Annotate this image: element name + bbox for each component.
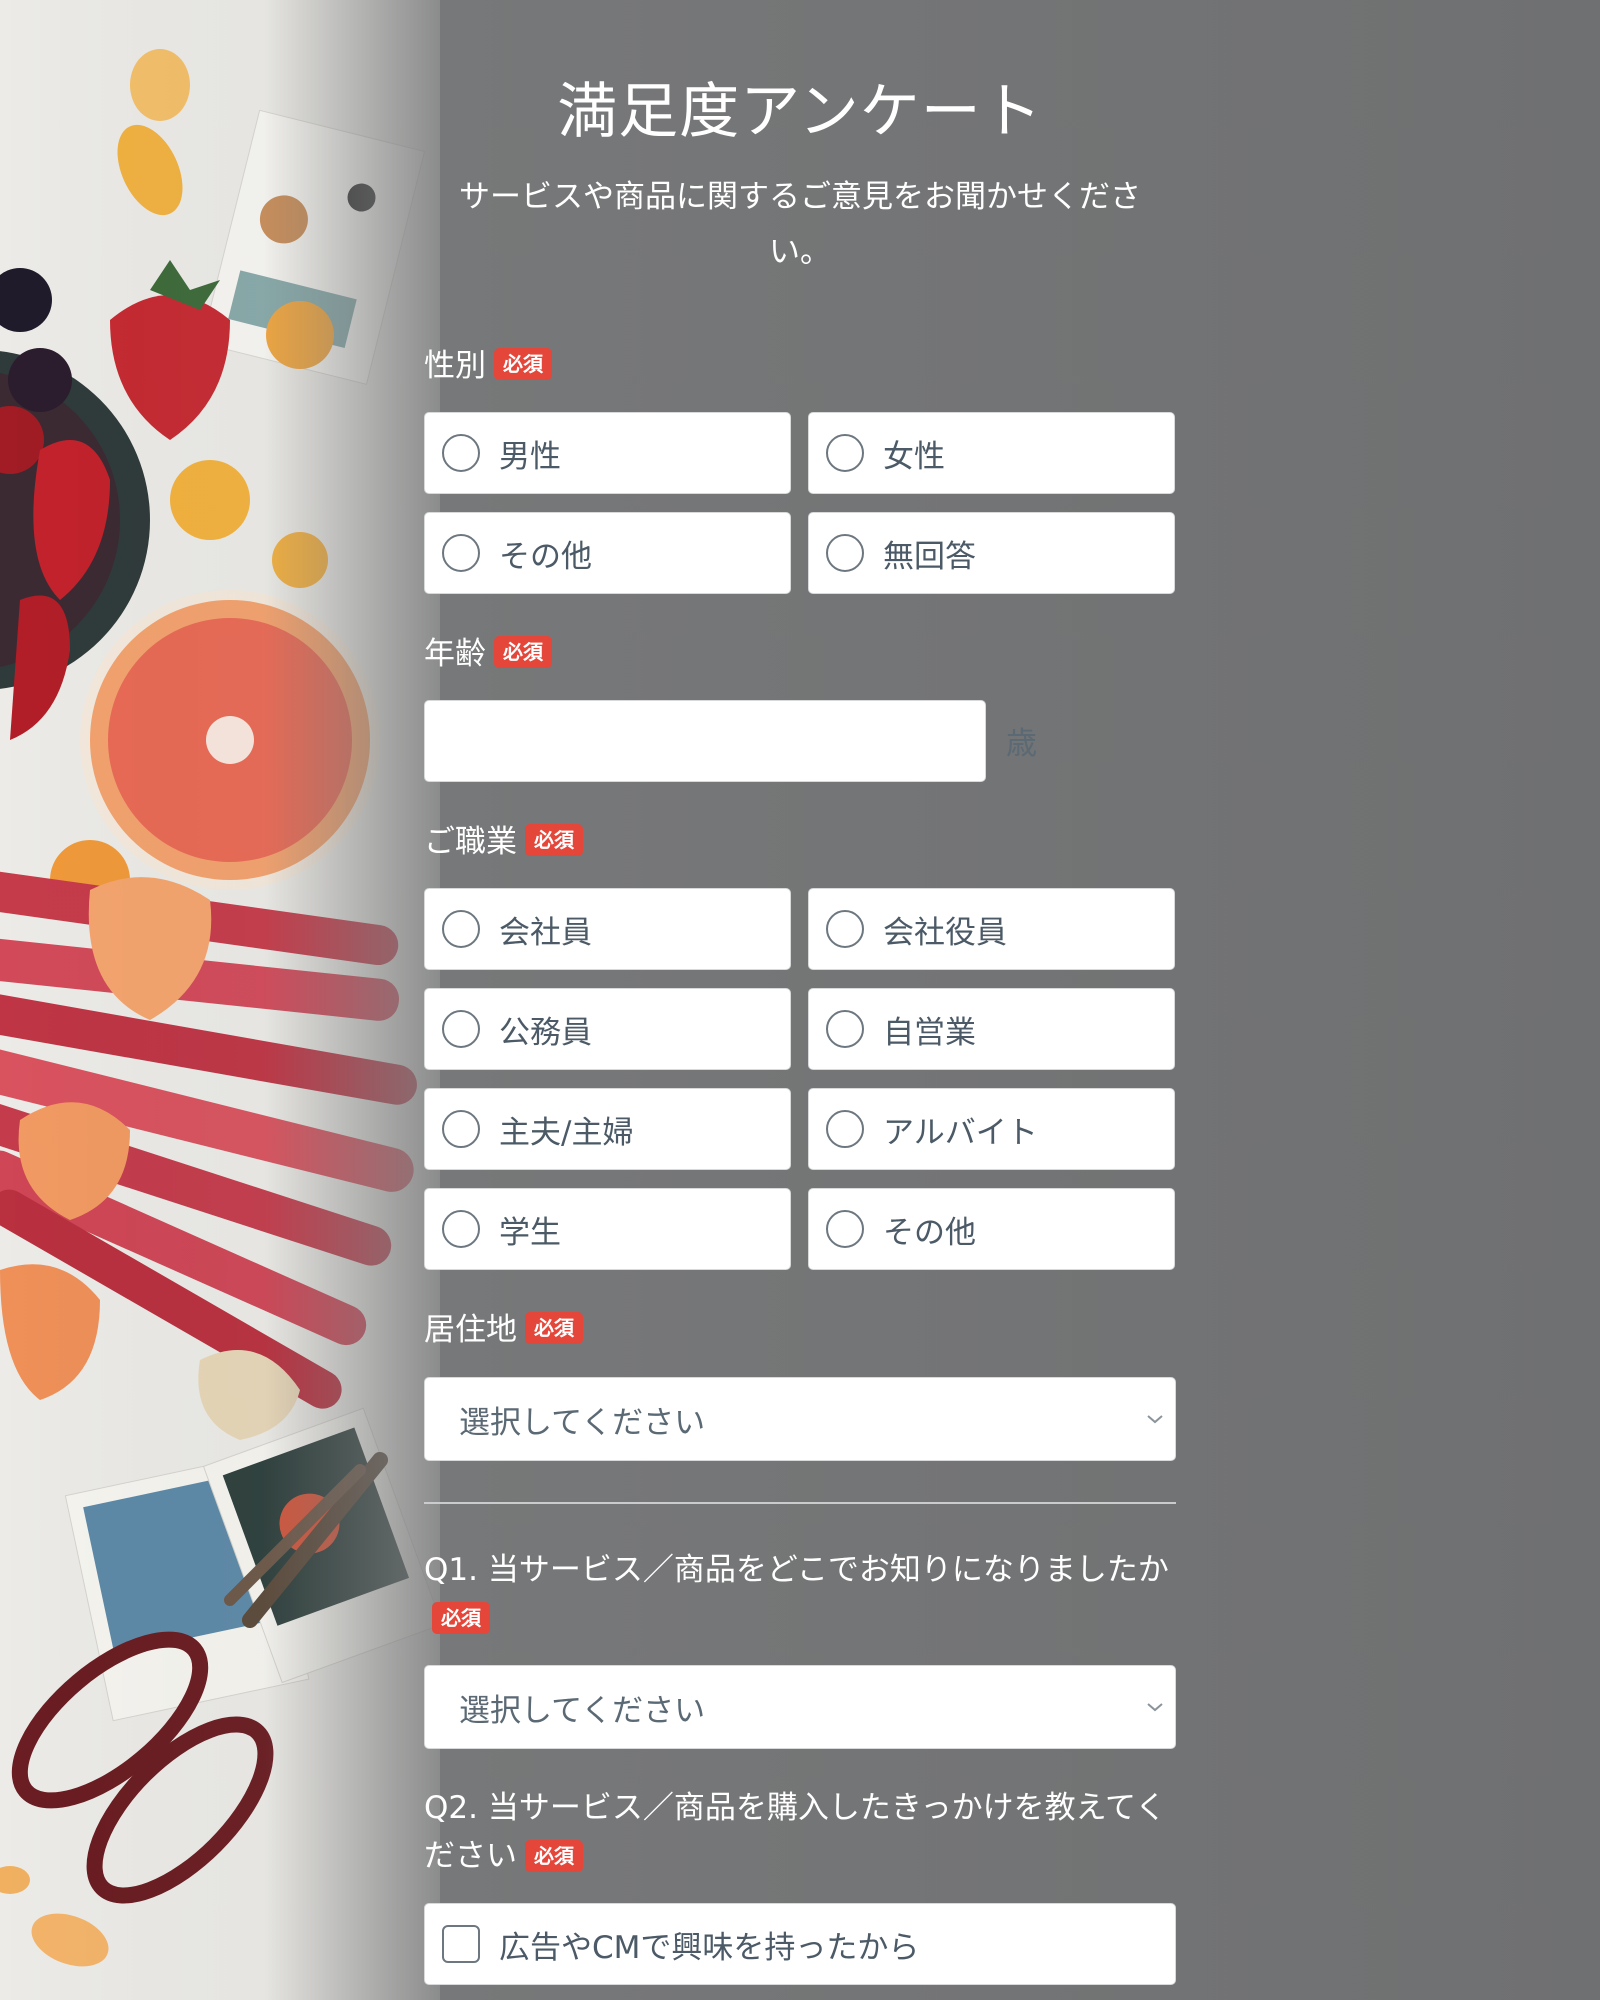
background-food-photo [0,0,440,2000]
radio-button-icon[interactable] [442,434,480,472]
q1-label: Q1. 当サービス／商品をどこでお知りになりましたか必須 [424,1546,1176,1642]
option-label: 自営業 [883,1014,976,1051]
gender-option-other[interactable]: その他 [424,512,791,594]
required-badge: 必須 [525,1312,583,1344]
radio-button-icon[interactable] [826,910,864,948]
required-badge: 必須 [494,348,552,380]
gender-option-male[interactable]: 男性 [424,412,791,494]
q2-option-advertising[interactable]: 広告やCMで興味を持ったから [424,1903,1176,1985]
option-label: その他 [499,538,592,575]
radio-button-icon[interactable] [442,1110,480,1148]
option-label: 女性 [883,438,945,475]
radio-button-icon[interactable] [826,434,864,472]
occupation-option-homemaker[interactable]: 主夫/主婦 [424,1088,791,1170]
radio-button-icon[interactable] [826,1110,864,1148]
age-unit: 歳 [1006,726,1037,762]
option-label: 会社員 [499,914,592,951]
radio-button-icon[interactable] [442,534,480,572]
occupation-option-employee[interactable]: 会社員 [424,888,791,970]
occupation-label: ご職業 必須 [424,822,583,862]
occupation-option-other[interactable]: その他 [808,1188,1175,1270]
page-title: 満足度アンケート [557,77,1043,147]
q1-select[interactable]: 選択してください [424,1665,1176,1749]
gender-option-no-answer[interactable]: 無回答 [808,512,1175,594]
gender-label: 性別 必須 [424,346,552,386]
checkbox-icon[interactable] [442,1925,480,1963]
occupation-label-text: ご職業 [424,824,517,860]
chevron-down-icon [1143,1695,1167,1719]
option-label: 広告やCMで興味を持ったから [499,1929,920,1966]
option-label: アルバイト [883,1114,1038,1151]
option-label: 公務員 [499,1014,592,1051]
required-badge: 必須 [494,636,552,668]
residence-select[interactable]: 選択してください [424,1377,1176,1461]
radio-button-icon[interactable] [442,1210,480,1248]
page-subtitle: サービスや商品に関するご意見をお聞かせください。 [459,179,1141,270]
occupation-option-executive[interactable]: 会社役員 [808,888,1175,970]
select-placeholder: 選択してください [459,1692,706,1729]
age-label: 年齢 必須 [424,634,552,674]
radio-button-icon[interactable] [826,534,864,572]
option-label: 男性 [499,438,561,475]
residence-label: 居住地 必須 [424,1310,583,1350]
option-label: 無回答 [883,538,976,575]
survey-form: 満足度アンケート サービスや商品に関するご意見をお聞かせください。 性別 必須 … [424,0,1176,2000]
gender-label-text: 性別 [424,348,486,384]
radio-button-icon[interactable] [826,1210,864,1248]
occupation-option-self-employed[interactable]: 自営業 [808,988,1175,1070]
age-input[interactable] [424,700,986,782]
section-divider [424,1502,1176,1504]
option-label: 会社役員 [883,914,1007,951]
chevron-down-icon [1143,1407,1167,1431]
select-placeholder: 選択してください [459,1404,706,1441]
q1-label-text: Q1. 当サービス／商品をどこでお知りになりましたか [424,1552,1169,1588]
option-label: 学生 [499,1214,561,1251]
required-badge: 必須 [432,1601,490,1634]
option-label: その他 [883,1214,976,1251]
q2-label: Q2. 当サービス／商品を購入したきっかけを教えてください 必須 [424,1784,1176,1880]
radio-button-icon[interactable] [442,1010,480,1048]
gender-option-female[interactable]: 女性 [808,412,1175,494]
occupation-option-student[interactable]: 学生 [424,1188,791,1270]
radio-button-icon[interactable] [442,910,480,948]
required-badge: 必須 [525,1839,583,1872]
radio-button-icon[interactable] [826,1010,864,1048]
occupation-option-part-time[interactable]: アルバイト [808,1088,1175,1170]
age-label-text: 年齢 [424,636,486,672]
option-label: 主夫/主婦 [499,1114,634,1151]
occupation-option-civil-servant[interactable]: 公務員 [424,988,791,1070]
required-badge: 必須 [525,824,583,856]
residence-label-text: 居住地 [424,1312,517,1348]
